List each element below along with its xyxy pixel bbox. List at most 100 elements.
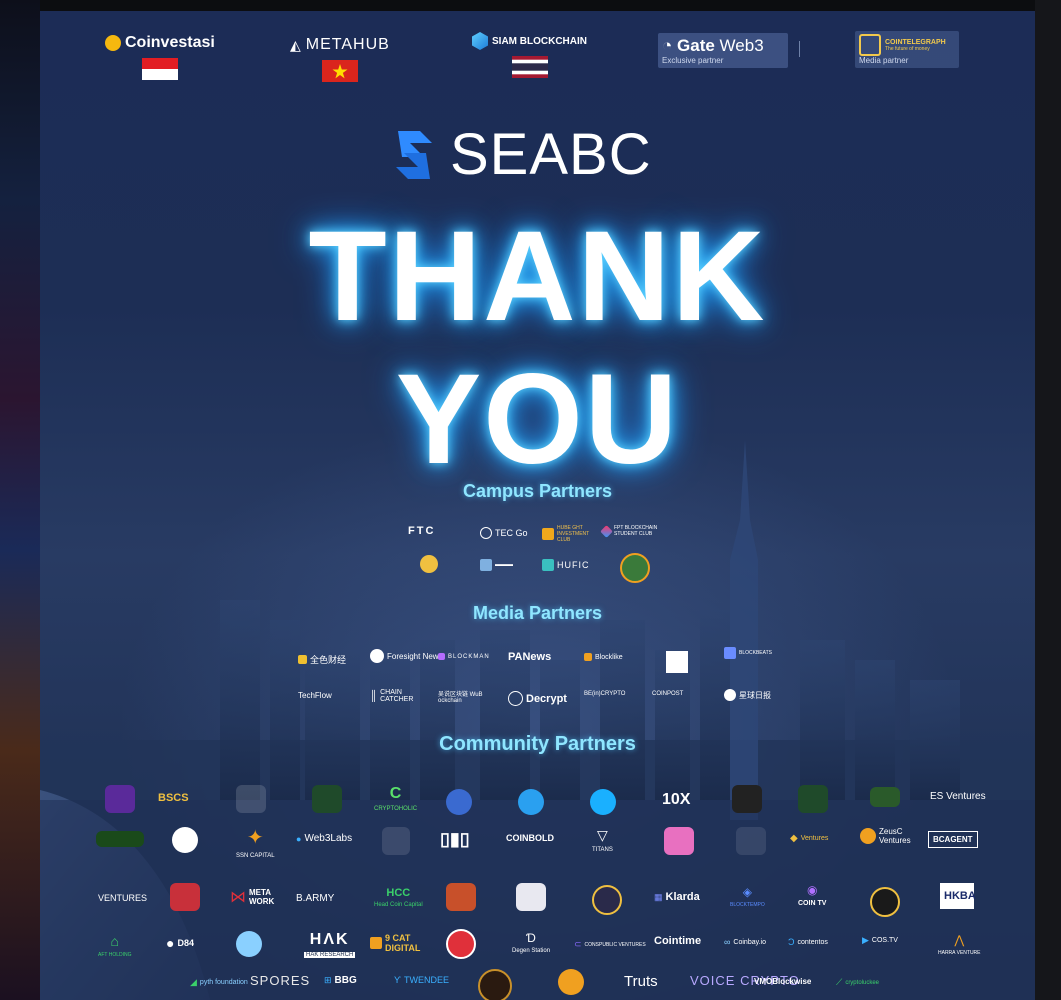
community-logo bbox=[446, 929, 476, 959]
cointelegraph-icon bbox=[859, 34, 881, 56]
top-partner-bar: Coinvestasi ◭ METAHUB SIAM BLOCKCHAIN ◔ … bbox=[40, 11, 1035, 101]
community-logo: HΛK HAK RESEARCH bbox=[304, 931, 356, 958]
community-partners-title: Community Partners bbox=[439, 733, 636, 755]
community-logo: ⋀ HARRA VENTURE bbox=[938, 933, 981, 956]
community-logo: VMOBlockwise bbox=[754, 977, 812, 986]
community-logo: ▯▮▯ bbox=[440, 829, 470, 849]
campus-logo: ▬▬▬ bbox=[480, 559, 513, 571]
partner-metahub: ◭ METAHUB bbox=[290, 36, 390, 82]
community-logo bbox=[870, 787, 900, 807]
media-logo: 全色财经 bbox=[298, 653, 346, 666]
community-logo bbox=[236, 785, 266, 813]
community-logo bbox=[170, 883, 200, 911]
community-logo bbox=[516, 883, 546, 911]
community-logo: ES Ventures bbox=[930, 791, 986, 802]
media-logo: Blocklike bbox=[584, 653, 623, 661]
metahub-label: METAHUB bbox=[305, 36, 390, 53]
campus-logo-icon bbox=[620, 553, 650, 583]
cointelegraph-role: Media partner bbox=[859, 56, 909, 65]
community-logo bbox=[105, 785, 135, 813]
media-partners-title: Media Partners bbox=[472, 603, 603, 623]
community-logo: BSCS bbox=[158, 792, 189, 804]
media-logo: PANews bbox=[508, 651, 552, 663]
community-logo bbox=[172, 827, 198, 853]
partner-siam-blockchain: SIAM BLOCKCHAIN bbox=[472, 32, 587, 78]
community-logo: BCAGENT bbox=[928, 831, 978, 848]
community-logo bbox=[592, 885, 622, 915]
community-logo: VENTURES bbox=[98, 893, 148, 903]
community-logo: ◈ BLOCKTEMPO bbox=[730, 885, 765, 908]
community-logo bbox=[664, 827, 694, 855]
community-logo bbox=[446, 789, 472, 815]
community-logo: HCC Head Coin Capital bbox=[374, 887, 423, 908]
community-logo bbox=[478, 969, 512, 1000]
seabc-logo: SEABC bbox=[390, 121, 652, 188]
campus-partners-title: Campus Partners bbox=[462, 481, 613, 501]
community-logo: Cointime bbox=[654, 935, 702, 947]
gate-web3-label: Web3 bbox=[719, 36, 764, 55]
campus-logo: FPT BLOCKCHAIN STUDENT CLUB bbox=[600, 524, 674, 538]
community-logo: B.ARMY bbox=[296, 893, 335, 904]
coinvestasi-label: Coinvestasi bbox=[125, 34, 215, 51]
community-logo: ∞ Coinbay.io bbox=[724, 937, 766, 947]
community-logo: Ͻcontentos bbox=[788, 937, 828, 947]
media-logo: ║ CHAIN CATCHER bbox=[370, 689, 414, 703]
media-logo: 星球日报 bbox=[724, 689, 771, 701]
community-logo: ◉ COIN TV bbox=[798, 883, 827, 907]
partner-gate-web3: ◔ Gate Web3 Exclusive partner bbox=[658, 33, 788, 68]
media-logo: Foresight News bbox=[370, 649, 443, 663]
community-logo: Truts bbox=[624, 973, 658, 990]
community-logo: ⊂ CONSPUBLIC VENTURES bbox=[574, 939, 646, 949]
campus-logo: HUBE GHT INVESTMENT CLUB bbox=[542, 525, 597, 543]
community-logo: 10X bbox=[662, 791, 691, 808]
media-logo: BLOCKBEATS bbox=[724, 647, 772, 659]
partner-coinvestasi: Coinvestasi bbox=[105, 34, 215, 80]
community-logo bbox=[798, 785, 828, 813]
campus-logo: HUFIC bbox=[542, 559, 590, 571]
community-logo: ZeusC Ventures bbox=[860, 827, 915, 845]
thank-you-poster: Coinvestasi ◭ METAHUB SIAM BLOCKCHAIN ◔ … bbox=[40, 11, 1035, 1000]
community-logo bbox=[558, 969, 584, 995]
community-logo: ⟋ cryptoluckee bbox=[836, 977, 879, 987]
community-logo: 9 CAT DIGITAL bbox=[370, 933, 425, 953]
indonesia-flag-icon bbox=[141, 58, 178, 80]
headline-thank: THANK bbox=[308, 205, 767, 348]
community-logo bbox=[312, 785, 342, 813]
campus-logo: FTC bbox=[408, 525, 436, 537]
seabc-icon bbox=[396, 130, 432, 179]
siam-blockchain-icon bbox=[472, 32, 488, 50]
community-logo bbox=[518, 789, 544, 815]
community-logo: ◆ Ventures bbox=[790, 833, 829, 844]
community-logo bbox=[382, 827, 410, 855]
community-logo: ▶ COS.TV bbox=[862, 935, 898, 945]
community-logo: ⊞ BBG bbox=[324, 975, 357, 986]
media-logo: Decrypt bbox=[508, 691, 567, 706]
seabc-wordmark: SEABC bbox=[450, 122, 652, 187]
community-logo bbox=[446, 883, 476, 911]
background-edge-left bbox=[0, 0, 40, 1000]
headline-you: YOU bbox=[395, 348, 680, 491]
media-logo: BLOCKMAN bbox=[438, 653, 490, 660]
media-logo-icon bbox=[666, 651, 688, 673]
community-logo bbox=[870, 887, 900, 917]
community-logo: COINBOLD bbox=[506, 833, 554, 843]
gate-role: Exclusive partner bbox=[662, 56, 724, 65]
community-logo: ⌂ AFT HOLDING bbox=[98, 933, 132, 958]
divider bbox=[799, 41, 800, 57]
partner-cointelegraph: COINTELEGRAPH The future of money Media … bbox=[855, 31, 959, 68]
metahub-icon: ◭ bbox=[290, 36, 302, 53]
community-logo: ▽ TITANS bbox=[592, 827, 613, 853]
cointelegraph-label: COINTELEGRAPH bbox=[885, 38, 946, 46]
community-logo bbox=[96, 831, 144, 847]
campus-logo-icon bbox=[420, 555, 438, 573]
community-logo bbox=[736, 827, 766, 855]
community-logo: SPORES bbox=[250, 973, 311, 988]
community-logo: ● Web3Labs bbox=[296, 833, 353, 844]
cointelegraph-tagline: The future of money bbox=[885, 45, 930, 52]
coinvestasi-icon bbox=[105, 35, 121, 51]
media-logo: BE(in)CRYPTO bbox=[584, 691, 626, 697]
vietnam-flag-icon bbox=[321, 60, 358, 82]
community-logo: ▦ Klarda bbox=[654, 891, 700, 903]
thailand-flag-icon bbox=[511, 56, 548, 78]
community-logo bbox=[590, 789, 616, 815]
